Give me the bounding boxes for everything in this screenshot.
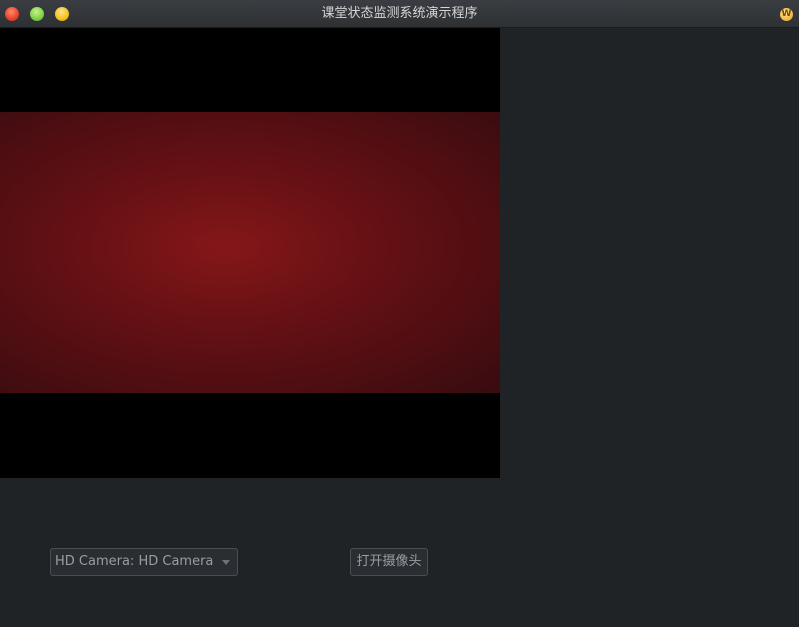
camera-select[interactable]: HD Camera: HD Camera <box>50 548 238 576</box>
title-bar[interactable]: 课堂状态监测系统演示程序 W <box>0 0 799 28</box>
chevron-down-icon <box>222 560 230 565</box>
app-icon: W <box>780 8 793 21</box>
camera-preview <box>0 28 500 478</box>
app-window: 课堂状态监测系统演示程序 W HD Camera: HD Camera 打开摄像… <box>0 0 799 627</box>
window-title: 课堂状态监测系统演示程序 <box>321 6 478 21</box>
open-camera-button[interactable]: 打开摄像头 <box>350 548 428 576</box>
camera-frame <box>0 112 500 393</box>
camera-select-value: HD Camera: HD Camera <box>55 554 214 569</box>
